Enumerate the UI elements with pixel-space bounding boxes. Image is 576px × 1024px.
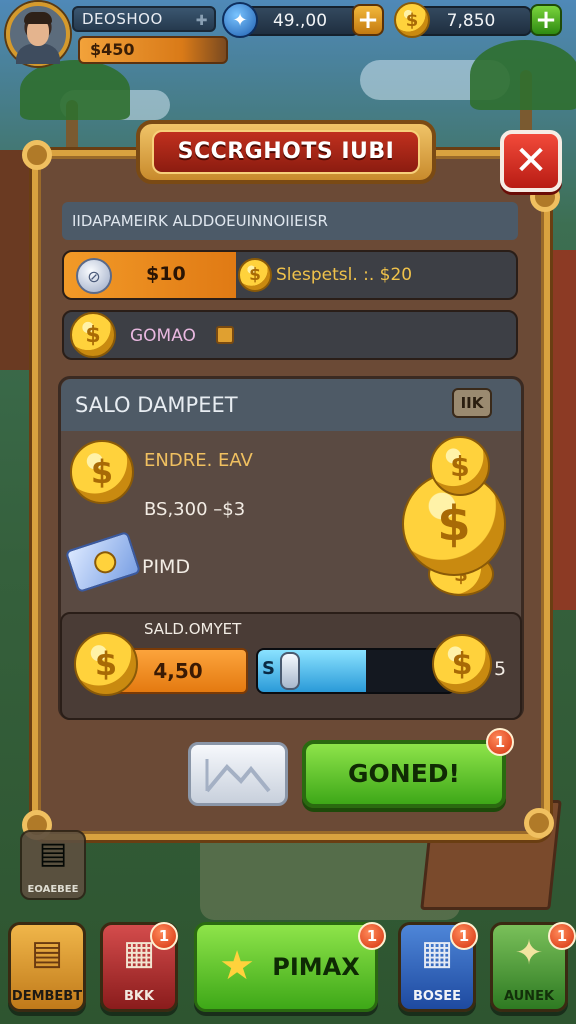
crate-icon: ▤ [38,836,68,871]
player-name: DEOSHOO [82,10,163,28]
gold-coin-stack-icon: $ [430,436,490,496]
player-name-bar: DEOSHOO ✚ [72,6,216,32]
resource-coins-value: 7,850 [446,11,496,31]
slider-handle[interactable] [280,652,300,690]
expand-icon: ✚ [195,13,208,29]
cash-icon: ▦ [420,933,454,973]
side-shortcut-label: EOAEBEE [27,884,79,895]
player-avatar[interactable] [6,2,70,66]
mail-button[interactable] [188,742,288,806]
offer-price: $10 [146,263,186,285]
nav-badge: 1 [358,922,386,950]
offer-label: GOMAO [130,326,196,346]
deal-info-line-3: PIMD [142,556,191,578]
nav-item-label: PIMAX [272,953,360,981]
offer-special-price: Slespetsl. :. $20 [276,265,413,285]
deal-info-line-1: ENDRE. EAV [144,450,253,471]
amount-label: SALD.OMYET [144,620,242,638]
blue-gem-icon: ✦ [222,2,258,38]
close-button[interactable]: ✕ [500,130,562,192]
deal-info-line-2: BS,300 –$3 [144,499,246,520]
leaf-icon: ✦ [514,933,544,973]
slider-start-label: S [262,658,275,679]
close-icon: ✕ [514,138,548,184]
nav-item-label: AUNEK [503,989,555,1004]
player-coins-value: $450 [90,40,135,59]
confirm-badge: 1 [486,728,514,756]
gold-coin-icon: $ [432,634,492,694]
slider-end-label: 5 [494,658,507,680]
silver-token-icon: ⊘ [76,258,112,294]
player-coins-bar: $450 [78,36,228,64]
nav-item-label: BOSEE [412,989,462,1004]
frame-ornament [524,808,554,838]
frame-ornament [22,140,52,170]
nav-item-max[interactable]: ★ PIMAX [194,922,378,1012]
gold-coin-icon: $ [74,632,138,696]
confirm-button-label: GONED! [348,759,460,788]
dialog-subtitle: IIDAPAMEIRK ALDDOEUINNOIIEISR [62,202,518,240]
gold-coin-icon: $ [70,312,116,358]
add-gems-button[interactable]: + [352,4,384,36]
envelope-icon [205,759,271,793]
side-shortcut[interactable]: EOAEBEE ▤ [20,830,86,900]
deal-tag: IIK [452,388,492,418]
add-coins-button[interactable]: + [530,4,562,36]
dialog-title-plate: SCCRGHOTS IUBI [136,120,436,184]
nav-badge: 1 [548,922,576,950]
amount-value: 4,50 [153,659,203,683]
nav-badge: 1 [150,922,178,950]
gold-coin-icon: $ [238,258,272,292]
nav-badge: 1 [450,922,478,950]
chest-icon [216,326,234,344]
confirm-button[interactable]: GONED! [302,740,506,808]
resource-bar-gems: 49.,00 [240,6,360,36]
nav-item-deposit[interactable]: ▤ DEMBEBT [8,922,86,1012]
money-stack-icon: ▤ [30,933,64,973]
nav-item-label: DEMBEBT [11,989,83,1004]
gold-coin-icon: $ [394,2,430,38]
dialog-title: SCCRGHOTS IUBI [152,130,420,174]
gold-coin-icon: $ [70,440,134,504]
resource-gems-value: 49.,00 [272,11,328,31]
nav-item-label: BKK [123,989,155,1004]
